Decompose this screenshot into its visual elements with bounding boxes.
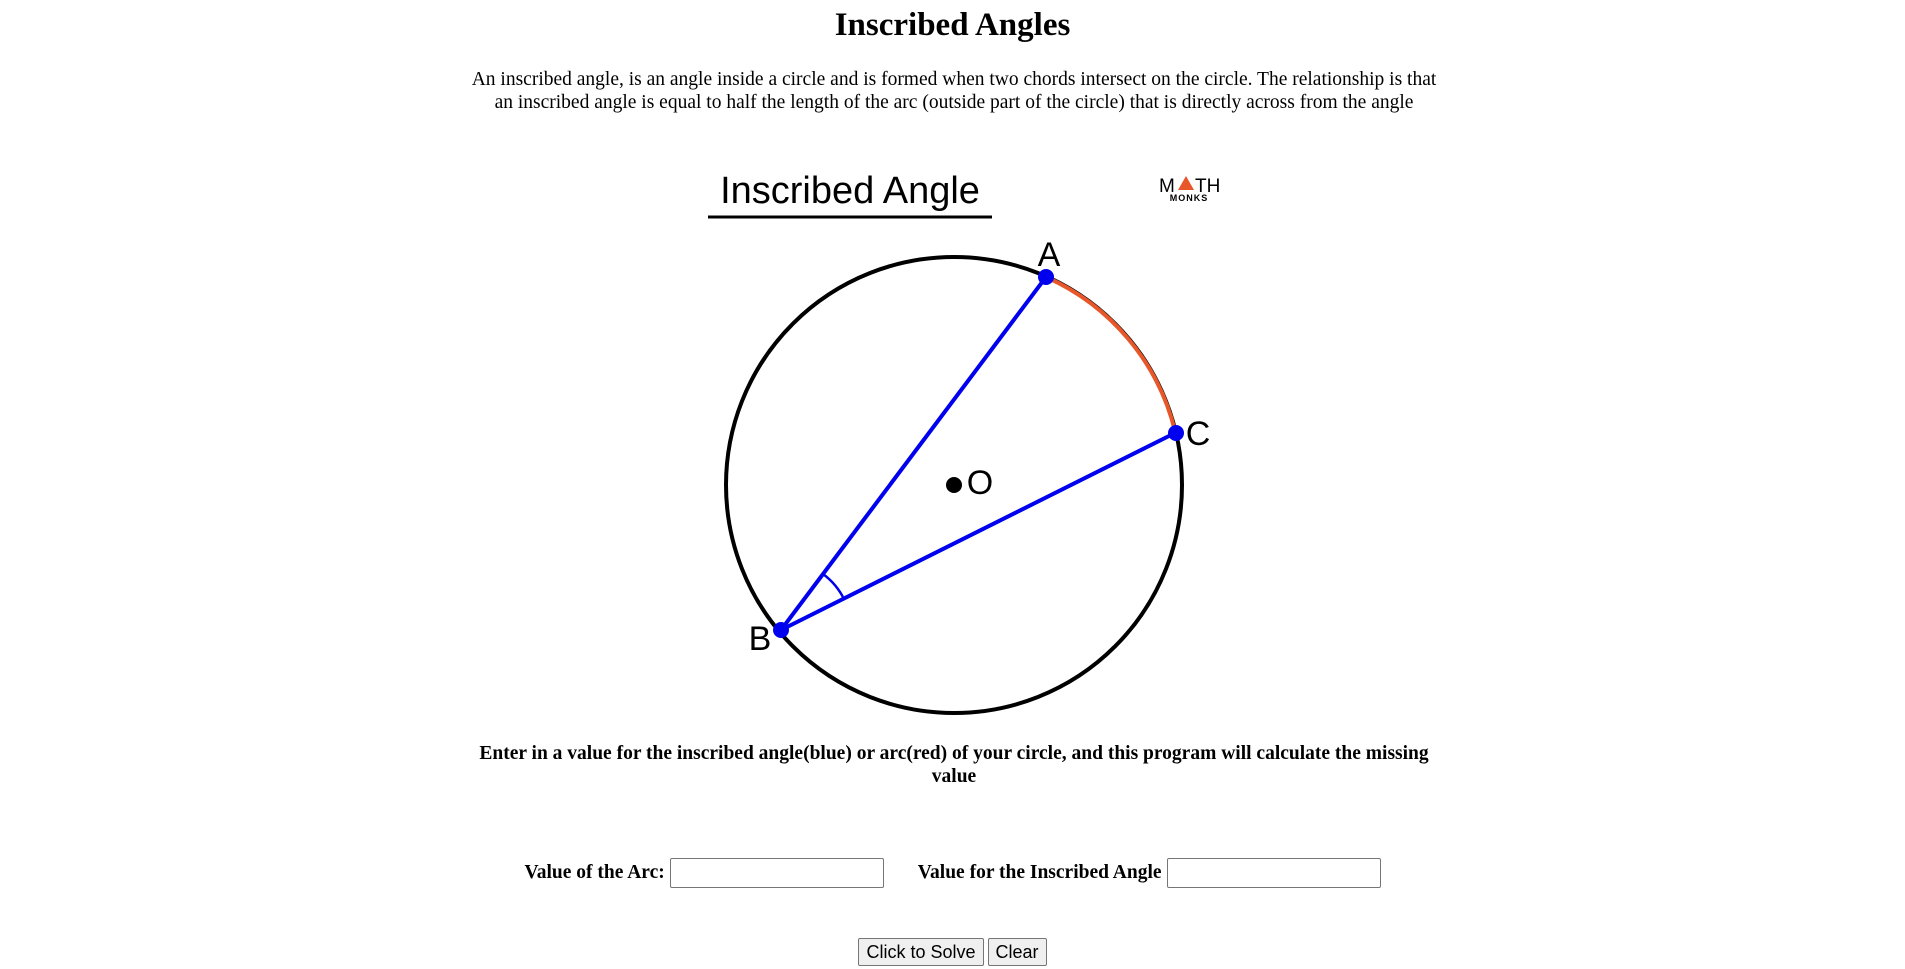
intro-paragraph: An inscribed angle, is an angle inside a… bbox=[471, 69, 1437, 113]
instructions: Enter in a value for the inscribed angle… bbox=[479, 743, 1429, 787]
arc-ac bbox=[1045, 275, 1177, 432]
label-o: O bbox=[967, 464, 993, 502]
logo-monks: MONKS bbox=[1170, 193, 1209, 203]
solve-button[interactable]: Click to Solve bbox=[858, 938, 984, 966]
input-row: Value of the Arc: Value for the Inscribe… bbox=[0, 857, 1905, 889]
point-c bbox=[1168, 425, 1184, 441]
angle-marker bbox=[822, 572, 846, 600]
button-row: Click to Solve Clear bbox=[0, 938, 1905, 966]
angle-label: Value for the Inscribed Angle bbox=[917, 862, 1162, 883]
point-o bbox=[946, 477, 962, 493]
arc-label: Value of the Arc: bbox=[524, 862, 665, 883]
inscribed-angle-diagram: Inscribed Angle M TH MONKS A B C O bbox=[708, 170, 1220, 715]
label-b: B bbox=[749, 620, 772, 658]
arc-value-input[interactable] bbox=[669, 858, 884, 888]
page-title: Inscribed Angles bbox=[834, 7, 1071, 43]
logo-triangle-icon bbox=[1178, 176, 1194, 190]
point-b bbox=[773, 622, 789, 638]
diagram-heading: Inscribed Angle bbox=[720, 170, 980, 212]
math-monks-logo: M TH MONKS bbox=[1159, 176, 1220, 203]
chord-ba bbox=[779, 275, 1048, 632]
clear-button[interactable]: Clear bbox=[987, 938, 1047, 966]
arc-field-group: Value of the Arc: bbox=[524, 858, 884, 888]
angle-field-group: Value for the Inscribed Angle bbox=[918, 858, 1381, 888]
chord-bc bbox=[780, 431, 1176, 632]
label-c: C bbox=[1186, 415, 1211, 453]
inscribed-angle-input[interactable] bbox=[1166, 858, 1381, 888]
label-a: A bbox=[1038, 236, 1061, 274]
